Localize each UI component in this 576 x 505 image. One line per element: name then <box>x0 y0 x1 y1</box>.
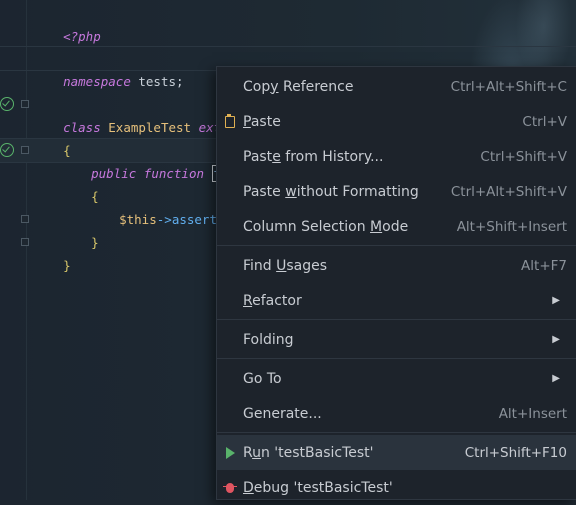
close-brace: } <box>91 235 99 250</box>
menu-item-column-selection-mode[interactable]: Column Selection Mode Alt+Shift+Insert <box>217 209 576 244</box>
menu-item-paste[interactable]: Paste Ctrl+V <box>217 104 576 139</box>
menu-separator <box>217 319 576 320</box>
close-brace: } <box>63 258 71 273</box>
this-variable: $this <box>119 212 157 227</box>
menu-item-shortcut: Ctrl+V <box>522 113 567 130</box>
menu-item-refactor[interactable]: Refactor ▶ <box>217 283 576 318</box>
menu-item-shortcut: Ctrl+Alt+Shift+C <box>450 78 567 95</box>
class-name: ExampleTest <box>100 120 192 135</box>
menu-item-label: Paste <box>243 113 281 130</box>
fold-icon[interactable] <box>21 146 29 154</box>
menu-item-label: Run 'testBasicTest' <box>243 444 374 461</box>
menu-separator <box>217 245 576 246</box>
code-line-3[interactable]: namespace tests; <box>33 47 183 89</box>
submenu-arrow-icon: ▶ <box>552 295 560 306</box>
menu-separator <box>217 432 576 433</box>
menu-item-label: Copy Reference <box>243 78 354 95</box>
menu-separator <box>217 358 576 359</box>
menu-item-paste-without-formatting[interactable]: Paste without Formatting Ctrl+Alt+Shift+… <box>217 174 576 209</box>
menu-item-generate[interactable]: Generate... Alt+Insert <box>217 396 576 431</box>
menu-item-shortcut: Alt+Shift+Insert <box>456 218 567 235</box>
gutter-divider <box>26 0 27 500</box>
context-menu: Copy Reference Ctrl+Alt+Shift+C Paste Ct… <box>216 66 576 500</box>
php-open-tag: <?php <box>63 29 101 44</box>
run-class-icon[interactable] <box>0 97 14 111</box>
paste-icon <box>225 113 235 128</box>
submenu-arrow-icon: ▶ <box>552 334 560 345</box>
menu-item-run-test[interactable]: Run 'testBasicTest' Ctrl+Shift+F10 <box>217 435 576 470</box>
code-line-11[interactable]: } <box>33 231 71 273</box>
menu-item-shortcut: Ctrl+Shift+V <box>480 148 567 165</box>
menu-item-paste-from-history[interactable]: Paste from History... Ctrl+Shift+V <box>217 139 576 174</box>
menu-item-label: Paste from History... <box>243 148 384 165</box>
code-line-6[interactable]: { <box>33 116 71 158</box>
code-line-10[interactable]: } <box>61 208 99 250</box>
menu-item-shortcut: Alt+Insert <box>498 405 567 422</box>
menu-item-label: Refactor <box>243 292 302 309</box>
code-line-8[interactable]: { <box>61 162 99 204</box>
run-method-icon[interactable] <box>0 143 14 157</box>
play-icon <box>225 446 235 459</box>
arrow-operator: -> <box>156 212 172 227</box>
menu-item-label: Paste without Formatting <box>243 183 419 200</box>
menu-item-go-to[interactable]: Go To ▶ <box>217 361 576 396</box>
menu-item-folding[interactable]: Folding ▶ <box>217 322 576 357</box>
fold-icon[interactable] <box>21 238 29 246</box>
menu-item-copy-reference[interactable]: Copy Reference Ctrl+Alt+Shift+C <box>217 69 576 104</box>
menu-item-label: Debug 'testBasicTest' <box>243 479 393 496</box>
fold-icon[interactable] <box>21 100 29 108</box>
function-keyword: function <box>143 166 205 181</box>
menu-item-label: Column Selection Mode <box>243 218 409 235</box>
menu-item-shortcut: Ctrl+Shift+F10 <box>464 444 567 461</box>
fold-icon[interactable] <box>21 215 29 223</box>
namespace-keyword: namespace <box>63 74 131 89</box>
bug-icon <box>223 482 237 493</box>
submenu-arrow-icon: ▶ <box>552 373 560 384</box>
code-line-1[interactable]: <?php <box>33 2 101 44</box>
menu-item-label: Go To <box>243 370 282 387</box>
menu-item-label: Find Usages <box>243 257 328 274</box>
menu-item-shortcut: Ctrl+Alt+Shift+V <box>450 183 567 200</box>
menu-item-label: Generate... <box>243 405 322 422</box>
menu-item-shortcut: Alt+F7 <box>521 257 567 274</box>
menu-item-label: Folding <box>243 331 294 348</box>
namespace-name: tests; <box>130 74 184 89</box>
menu-item-find-usages[interactable]: Find Usages Alt+F7 <box>217 248 576 283</box>
